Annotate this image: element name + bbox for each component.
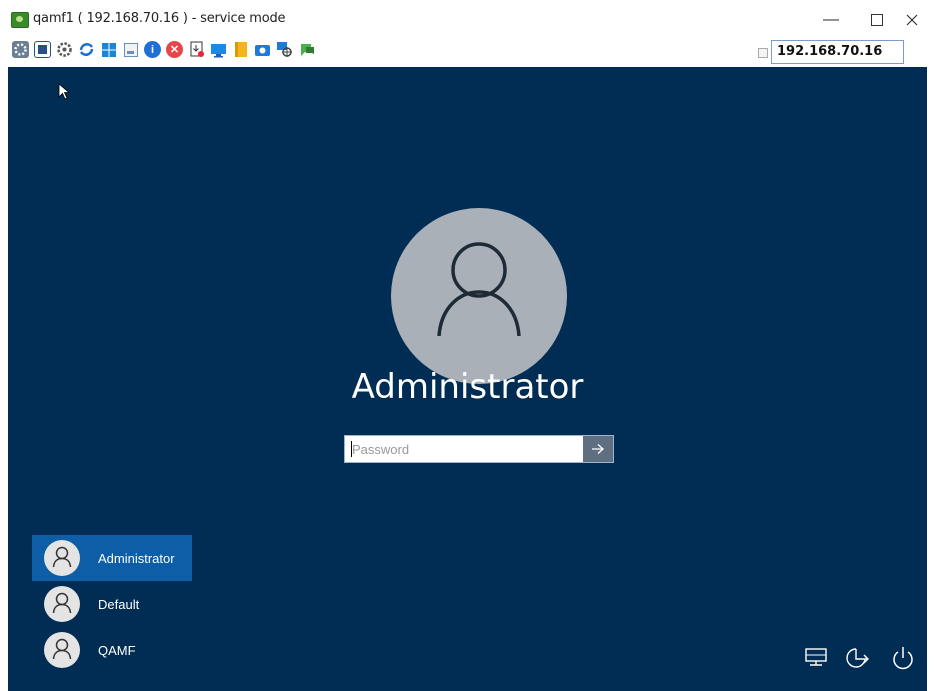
user-avatar-small — [44, 586, 80, 622]
window-title: qamf1 ( 192.168.70.16 ) - service mode — [33, 11, 286, 26]
file-transfer-icon[interactable] — [188, 41, 205, 58]
window-title-bar: qamf1 ( 192.168.70.16 ) - service mode — — [0, 0, 935, 38]
user-switch-list: Administrator Default QAMF — [32, 535, 192, 673]
arrow-right-icon — [592, 444, 604, 454]
gears-icon[interactable] — [12, 41, 29, 58]
user-silhouette-icon — [52, 592, 72, 614]
ip-checkbox[interactable] — [758, 48, 768, 58]
windows-icon[interactable] — [100, 41, 117, 58]
minimize-button[interactable]: — — [808, 5, 854, 35]
user-silhouette-icon — [437, 242, 521, 337]
power-icon[interactable] — [889, 644, 917, 672]
user-avatar-small — [44, 632, 80, 668]
refresh-icon[interactable] — [78, 41, 95, 58]
user-item-label: Default — [98, 596, 140, 612]
fullscreen-icon[interactable] — [34, 41, 51, 58]
maximize-icon — [871, 14, 883, 26]
user-item-qamf[interactable]: QAMF — [32, 627, 192, 673]
settings-icon[interactable] — [56, 41, 73, 58]
network-icon[interactable] — [276, 41, 293, 58]
network-status-icon[interactable] — [803, 644, 831, 672]
text-caret — [351, 441, 352, 457]
password-input[interactable] — [345, 436, 583, 462]
login-user-name: Administrator — [351, 367, 584, 407]
terminal-icon[interactable] — [122, 41, 139, 58]
mouse-pointer-icon — [58, 83, 71, 100]
app-icon — [11, 12, 29, 28]
stop-icon[interactable]: ✕ — [166, 41, 183, 58]
submit-button[interactable] — [583, 436, 613, 462]
user-item-default[interactable]: Default — [32, 581, 192, 627]
user-avatar-small — [44, 540, 80, 576]
ease-of-access-icon[interactable] — [844, 644, 872, 672]
ip-address-field[interactable]: 192.168.70.16 — [771, 40, 904, 64]
user-avatar — [391, 208, 567, 384]
close-icon — [906, 14, 918, 26]
password-box — [344, 435, 614, 463]
info-icon[interactable]: i — [144, 41, 161, 58]
close-button[interactable] — [889, 5, 935, 35]
chat-icon[interactable] — [298, 41, 315, 58]
user-item-administrator[interactable]: Administrator — [32, 535, 192, 581]
user-item-label: QAMF — [98, 642, 136, 658]
user-item-label: Administrator — [98, 550, 175, 566]
remote-toolbar: i ✕ 192.168.70.16 — [0, 38, 935, 66]
remote-screen[interactable]: Administrator Administrator Default QAMF — [8, 67, 927, 691]
user-silhouette-icon — [52, 546, 72, 568]
camera-icon[interactable] — [254, 41, 271, 58]
monitor-icon[interactable] — [210, 41, 227, 58]
notes-icon[interactable] — [232, 41, 249, 58]
user-silhouette-icon — [52, 638, 72, 660]
